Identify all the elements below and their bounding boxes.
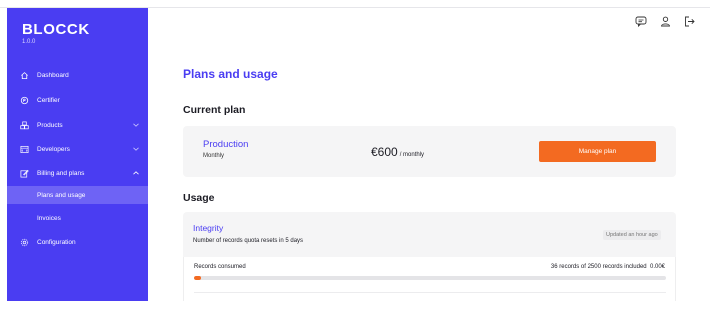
sidebar-item-developers[interactable]: Developers (7, 139, 148, 159)
current-plan-card: Production Monthly €600/ monthly Manage … (183, 126, 676, 177)
sidebar-item-dashboard[interactable]: Dashboard (7, 65, 148, 85)
chevron-down-icon[interactable] (132, 147, 140, 151)
page-title: Plans and usage (183, 67, 278, 81)
plan-period: Monthly (203, 153, 225, 159)
usage-card: Integrity Number of records quota resets… (183, 212, 676, 301)
chat-icon[interactable] (634, 14, 648, 28)
usage-product-name: Integrity (193, 223, 224, 233)
records-count: 36 records of 2500 records included 0.00… (551, 264, 665, 270)
usage-cost: 0.00€ (649, 264, 665, 270)
usage-divider (194, 292, 666, 293)
brand-logo[interactable]: BLOCCK (22, 21, 90, 38)
logout-icon[interactable] (682, 14, 696, 28)
manage-plan-button[interactable]: Manage plan (539, 141, 656, 162)
records-summary: 36 records of 2500 records included (550, 264, 647, 270)
records-consumed-label: Records consumed (194, 264, 246, 270)
user-icon[interactable] (658, 14, 672, 28)
code-icon (19, 144, 29, 154)
boxes-icon (19, 120, 29, 130)
sidebar-item-products[interactable]: Products (7, 115, 148, 135)
chevron-down-icon[interactable] (132, 123, 140, 127)
sidebar: BLOCCK 1.0.0 Dashboard Certifier Product… (7, 8, 148, 301)
records-progress-fill (194, 276, 201, 280)
header-actions (634, 14, 696, 28)
sidebar-item-billing[interactable]: Billing and plans (7, 163, 148, 183)
usage-description: Number of records quota resets in 5 days (193, 238, 304, 244)
edit-icon (19, 168, 29, 178)
usage-heading: Usage (183, 192, 215, 204)
chevron-up-icon[interactable] (132, 171, 140, 175)
gear-icon (19, 237, 29, 247)
plan-price: €600/ monthly (371, 145, 424, 159)
records-progress-bar (194, 276, 666, 280)
sidebar-subitem-plans-and-usage[interactable]: Plans and usage (7, 186, 148, 204)
app-version: 1.0.0 (22, 39, 36, 45)
plan-price-unit: / monthly (399, 152, 425, 158)
sidebar-item-certifier[interactable]: Certifier (7, 90, 148, 110)
current-plan-heading: Current plan (183, 104, 246, 116)
sidebar-item-label: Certifier (37, 96, 60, 104)
certificate-icon (19, 95, 29, 105)
sidebar-item-configuration[interactable]: Configuration (7, 232, 148, 252)
updated-badge: Updated an hour ago (603, 230, 661, 240)
sidebar-item-label: Dashboard (37, 71, 69, 79)
usage-details: Records consumed 36 records of 2500 reco… (183, 257, 676, 301)
sidebar-item-label: Billing and plans (37, 169, 85, 177)
plan-price-amount: €600 (371, 145, 398, 159)
home-icon (19, 70, 29, 80)
sidebar-subitem-label: Plans and usage (37, 191, 86, 199)
sidebar-item-label: Products (37, 121, 63, 129)
sidebar-subitem-label: Invoices (37, 214, 61, 222)
sidebar-item-label: Configuration (37, 238, 76, 246)
sidebar-subitem-invoices[interactable]: Invoices (7, 209, 148, 227)
plan-name: Production (203, 139, 249, 150)
sidebar-item-label: Developers (37, 145, 70, 153)
